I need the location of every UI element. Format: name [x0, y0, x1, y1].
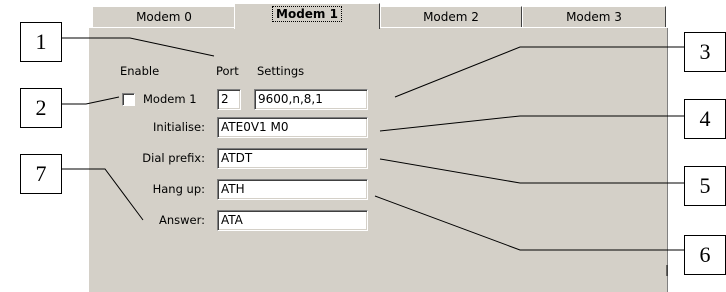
tab-label: Modem 2: [423, 10, 479, 24]
callout-1: 1: [20, 22, 62, 62]
port-field[interactable]: 2: [217, 89, 241, 110]
dial-prefix-field[interactable]: ATDT: [217, 148, 368, 169]
settings-field[interactable]: 9600,n,8,1: [254, 89, 368, 110]
tab-modem-2[interactable]: Modem 2: [380, 6, 522, 27]
port-header: Port: [216, 64, 239, 78]
tab-modem-0[interactable]: Modem 0: [92, 6, 236, 27]
dial-prefix-label: Dial prefix:: [142, 151, 205, 165]
initialise-field[interactable]: ATE0V1 M0: [217, 117, 368, 138]
tab-label: Modem 1: [272, 6, 342, 22]
callout-2: 2: [20, 88, 62, 128]
callout-6: 6: [684, 235, 726, 275]
tab-divider: [88, 27, 234, 28]
enable-header: Enable: [120, 64, 160, 78]
callout-5: 5: [684, 166, 726, 206]
callout-4: 4: [684, 99, 726, 139]
callout-7: 7: [20, 154, 62, 194]
callout-3: 3: [684, 32, 726, 72]
hang-up-label: Hang up:: [152, 182, 205, 196]
modem-enable-checkbox[interactable]: [122, 93, 135, 106]
tab-label: Modem 0: [136, 10, 192, 24]
tab-modem-1[interactable]: Modem 1: [234, 3, 380, 29]
hang-up-field[interactable]: ATH: [217, 179, 368, 200]
tab-divider: [380, 27, 666, 28]
tab-label: Modem 3: [566, 10, 622, 24]
settings-header: Settings: [257, 64, 305, 78]
answer-field[interactable]: ATA: [217, 210, 368, 231]
answer-label: Answer:: [158, 213, 205, 227]
modem-enable-label: Modem 1: [143, 92, 197, 106]
initialise-label: Initialise:: [153, 120, 205, 134]
tab-modem-3[interactable]: Modem 3: [522, 6, 666, 27]
